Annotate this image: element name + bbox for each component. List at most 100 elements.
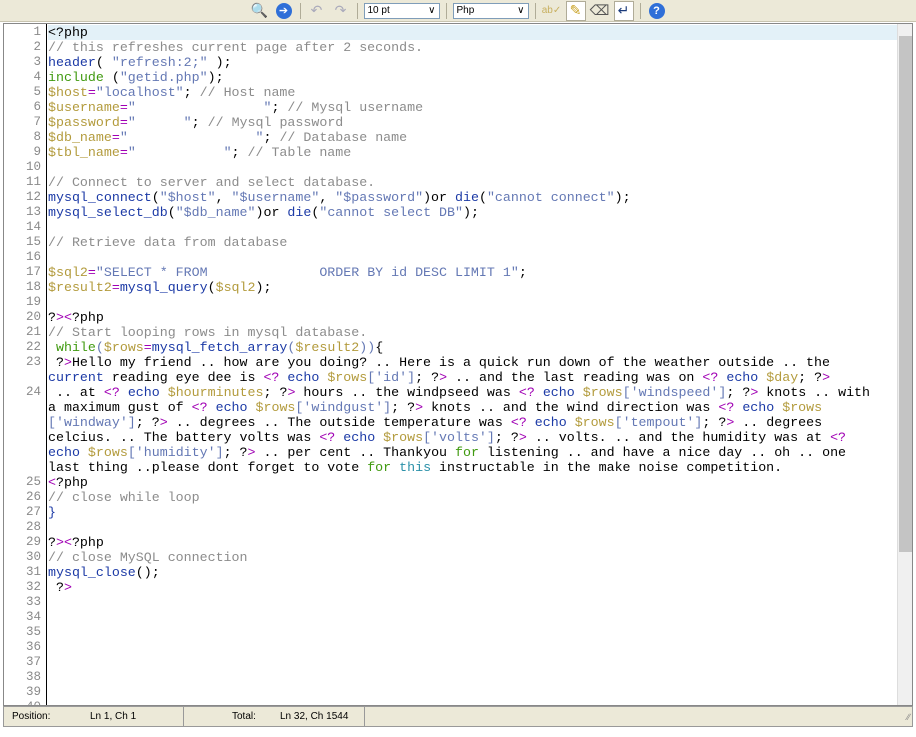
code-token: > <box>518 430 527 445</box>
line-number: 3 <box>33 55 41 69</box>
code-line[interactable]: 14 <box>26 220 898 235</box>
code-line[interactable]: 6 $username=" "; // Mysql username <box>33 100 898 115</box>
code-token: celcius. .. The battery volts was <box>48 430 320 445</box>
highlight-icon[interactable]: ✎ <box>565 0 586 21</box>
code-line[interactable]: 39 <box>26 685 898 700</box>
code-line[interactable]: 11 // Connect to server and select databa… <box>26 175 898 190</box>
spellcheck-icon[interactable]: ab✓ <box>542 1 562 21</box>
code-token: // Table name <box>247 145 352 160</box>
code-line[interactable]: 21 // Start looping rows in mysql databas… <box>26 325 898 340</box>
code-line[interactable]: 7 $password=" "; // Mysql password <box>33 115 898 130</box>
code-token: ; ? <box>263 385 288 400</box>
code-line[interactable]: ['windway']; ?> .. degrees .. The outsid… <box>48 415 898 430</box>
code-token: $sql2 <box>215 280 256 295</box>
code-token: > <box>439 370 448 385</box>
code-line[interactable]: 27} <box>26 505 898 520</box>
code-area[interactable]: 1 <?php 2// this refreshes current page af… <box>26 25 898 705</box>
line-number: 37 <box>25 655 41 669</box>
code-token: > <box>247 445 256 460</box>
code-line[interactable]: 32 ?> <box>26 580 898 595</box>
vertical-scrollbar[interactable] <box>897 24 912 705</box>
code-token: = <box>87 85 96 100</box>
code-token: last thing ..please dont forget to vote <box>48 460 368 475</box>
code-line[interactable]: 17 $sql2="SELECT * FROM ORDER BY id DESC … <box>26 265 898 280</box>
code-line[interactable]: 15 // Retrieve data from database <box>26 235 898 250</box>
code-line[interactable]: 29 ?><?php <box>26 535 898 550</box>
code-token: ; ? <box>391 400 416 415</box>
code-token: echo <box>742 400 775 415</box>
code-line[interactable]: 37 <box>26 655 898 670</box>
line-number: 22 <box>25 340 41 354</box>
code-editor[interactable]: 1 <?php 2// this refreshes current page af… <box>3 23 913 706</box>
code-token: echo <box>127 385 160 400</box>
line-number: 24 <box>25 385 41 399</box>
code-line[interactable]: current reading eye dee is <? echo $rows… <box>48 370 898 385</box>
code-line[interactable]: 35 <box>26 625 898 640</box>
code-line[interactable]: 3 header( "refresh:2;" ); <box>33 55 898 70</box>
code-line[interactable]: 38 <box>26 670 898 685</box>
line-number: 16 <box>25 250 41 264</box>
code-line[interactable]: 8 $db_name=" "; // Database name <box>33 130 898 145</box>
code-line[interactable]: 24 .. at <? echo $hourminutes; ?> hours … <box>26 385 898 400</box>
code-line[interactable]: 33 <box>26 595 898 610</box>
code-token: // Retrieve data from database <box>48 235 288 250</box>
code-line[interactable]: 31 mysql_close(); <box>26 565 898 580</box>
code-line[interactable]: 16 <box>26 250 898 265</box>
separator <box>356 2 358 19</box>
code-token: // Start looping rows in mysql database. <box>48 325 368 340</box>
language-select[interactable]: Php ∨ <box>452 2 529 19</box>
code-line[interactable]: 28 <box>26 520 898 535</box>
line-number: 26 <box>25 490 41 504</box>
code-line[interactable]: 19 <box>26 295 898 310</box>
scrollbar-thumb[interactable] <box>899 36 912 552</box>
code-line[interactable]: 10 <box>26 160 898 175</box>
code-line[interactable]: 25 <?php <box>26 475 898 490</box>
code-line[interactable]: 5 $host="localhost"; // Host name <box>33 85 898 100</box>
code-line[interactable]: 23 ?>Hello my friend .. how are you doin… <box>26 355 898 370</box>
redo-icon[interactable]: ↷ <box>331 1 351 21</box>
find-icon[interactable]: 🔍 <box>250 1 270 21</box>
code-line[interactable]: 1 <?php <box>33 25 898 40</box>
code-line[interactable]: 34 <box>26 610 898 625</box>
code-line[interactable]: 36 <box>26 640 898 655</box>
code-token: $username <box>48 100 120 115</box>
code-line[interactable]: a maximum gust of <? echo $rows['windgus… <box>48 400 898 415</box>
code-line[interactable]: 20 ?><?php <box>26 310 898 325</box>
code-line[interactable]: celcius. .. The battery volts was <? ech… <box>48 430 898 445</box>
code-token: <? <box>718 400 735 415</box>
resize-grip-icon[interactable]: ∕∕ <box>907 712 912 722</box>
code-token: " " <box>127 115 192 130</box>
code-token: ['windgust'] <box>295 400 392 415</box>
code-line[interactable]: last thing ..please dont forget to vote … <box>48 460 898 475</box>
code-line[interactable]: echo $rows['humidity']; ?> .. per cent .… <box>48 445 898 460</box>
line-number: 5 <box>33 85 41 99</box>
code-line[interactable]: 22 while($rows=mysql_fetch_array($result… <box>26 340 898 355</box>
code-token: ; ? <box>135 415 160 430</box>
font-size-select[interactable]: 10 pt ∨ <box>363 2 440 19</box>
eraser-icon[interactable]: ⌫ <box>590 1 610 21</box>
code-line[interactable]: 2 // this refreshes current page after 2 … <box>33 40 898 55</box>
code-token: .. volts. .. and the humidity was at <box>526 430 831 445</box>
code-line[interactable]: 18 $result2=mysql_query($sql2); <box>26 280 898 295</box>
code-token: "SELECT * FROM ORDER BY id DESC LIMIT 1" <box>95 265 519 280</box>
code-line[interactable]: 12 mysql_connect("$host", "$username", "$… <box>26 190 898 205</box>
code-line[interactable]: 30 // close MySQL connection <box>26 550 898 565</box>
wordwrap-icon[interactable]: ↵ <box>613 0 634 21</box>
code-token: echo <box>343 430 376 445</box>
code-line[interactable]: 13 mysql_select_db("$db_name")or die("can… <box>26 205 898 220</box>
undo-icon[interactable]: ↶ <box>307 1 327 21</box>
code-token: <?php <box>48 25 88 40</box>
help-icon[interactable]: ? <box>647 1 667 21</box>
code-line[interactable]: 4 include ("getid.php"); <box>33 70 898 85</box>
code-line[interactable]: 9 $tbl_name=" "; // Table name <box>33 145 898 160</box>
code-line[interactable]: 26 // close while loop <box>26 490 898 505</box>
code-token: " " <box>127 100 272 115</box>
code-token: > <box>159 415 168 430</box>
code-token: $tbl_name <box>48 145 120 160</box>
line-number: 30 <box>25 550 41 564</box>
goto-icon[interactable]: ➔ <box>274 1 294 21</box>
